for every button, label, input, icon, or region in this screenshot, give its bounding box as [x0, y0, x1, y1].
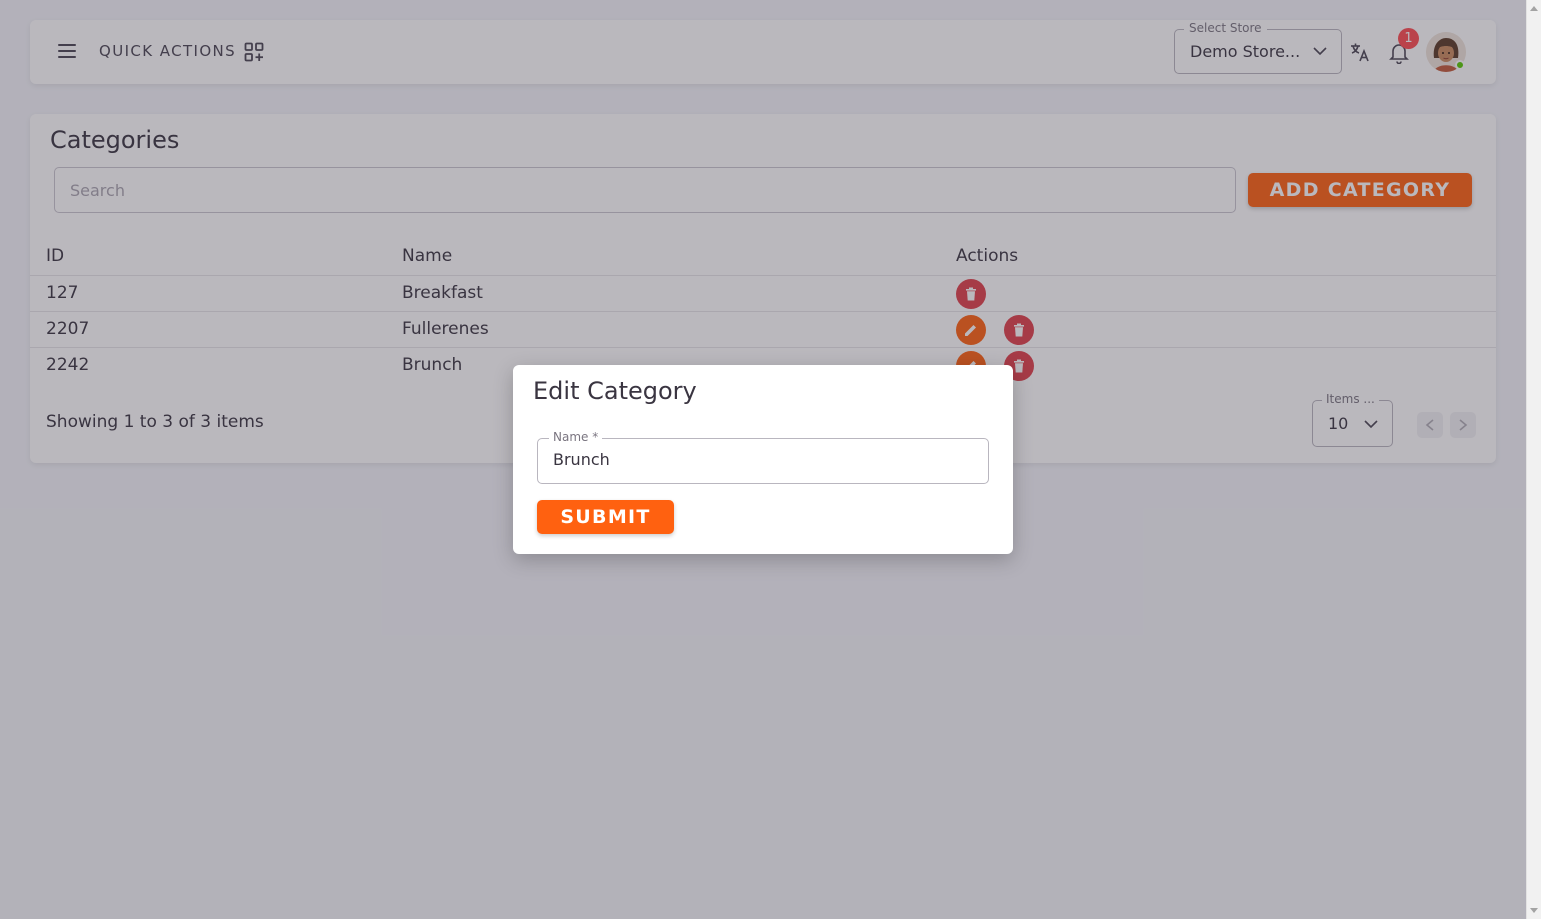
edit-category-dialog: Edit Category Name * SUBMIT [513, 365, 1013, 554]
name-field-label: Name * [549, 430, 603, 444]
scroll-up-arrow-icon[interactable] [1530, 6, 1538, 11]
page-scrollbar[interactable] [1526, 0, 1541, 919]
submit-button[interactable]: SUBMIT [537, 500, 674, 534]
name-input[interactable] [553, 450, 973, 469]
name-field[interactable]: Name * [537, 430, 989, 484]
dialog-title: Edit Category [533, 377, 697, 405]
scroll-down-arrow-icon[interactable] [1530, 908, 1538, 913]
app-viewport: QUICK ACTIONS Select Store Demo Store...… [0, 0, 1526, 919]
